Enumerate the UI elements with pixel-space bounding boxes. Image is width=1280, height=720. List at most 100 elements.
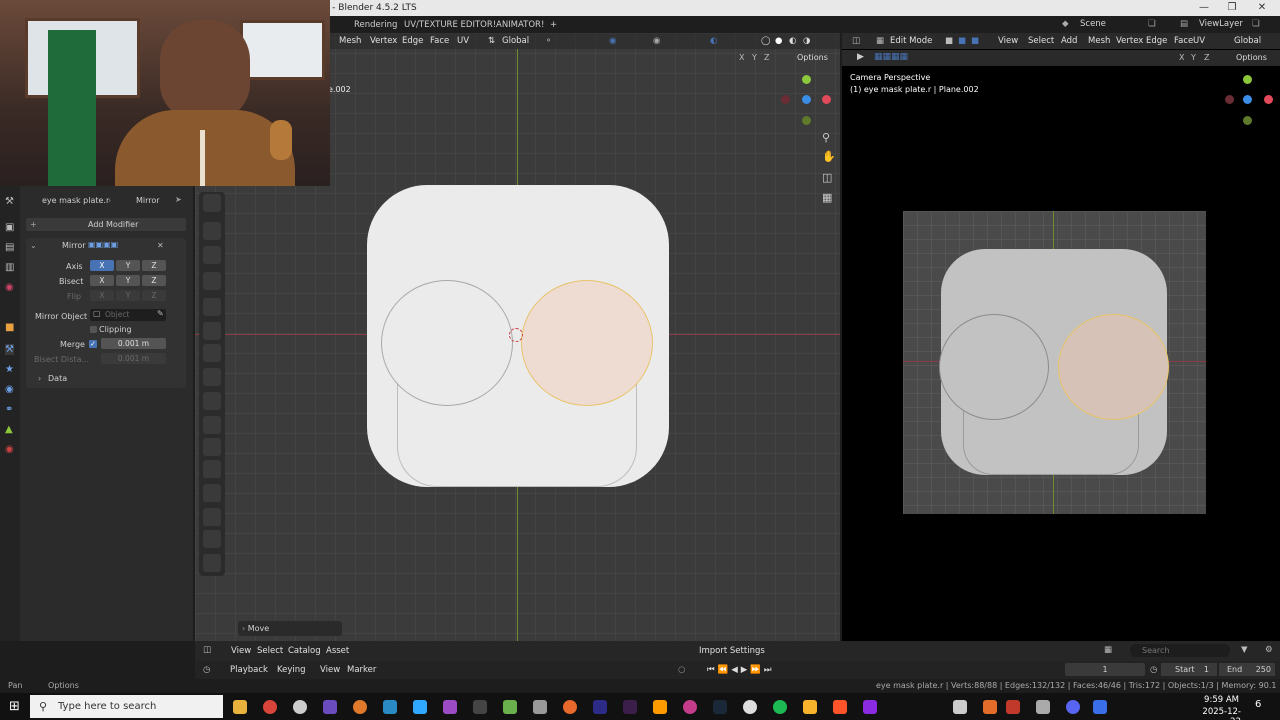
- mirror-y-right[interactable]: Y: [1191, 53, 1196, 62]
- menu-uv[interactable]: UV: [457, 35, 469, 47]
- eyedropper-icon[interactable]: ✎: [157, 309, 164, 318]
- menu-vertex-right[interactable]: Vertex: [1116, 35, 1143, 47]
- select-tool-icon[interactable]: ▶: [857, 52, 864, 62]
- merge-distance-field[interactable]: 0.001 m: [101, 338, 166, 349]
- bevel-tool-icon[interactable]: [203, 344, 221, 362]
- steam-icon[interactable]: [713, 700, 727, 714]
- transform-tool-icon[interactable]: [203, 194, 221, 212]
- axis-x-toggle[interactable]: X: [90, 260, 114, 271]
- add-modifier-button[interactable]: + Add Modifier: [26, 218, 186, 231]
- blender-icon[interactable]: [353, 700, 367, 714]
- workspace-tab-uv-texture[interactable]: UV/TEXTURE EDITOR!: [398, 18, 502, 32]
- overlay-icon[interactable]: ◐: [710, 35, 717, 47]
- remove-modifier-icon[interactable]: ✕: [157, 241, 164, 250]
- visibility-icon[interactable]: ◉: [653, 35, 660, 47]
- app-icon-12[interactable]: [563, 700, 577, 714]
- collapse-icon[interactable]: ⌄: [30, 241, 37, 250]
- add-cube-tool-icon[interactable]: [203, 272, 221, 290]
- material-shading-icon[interactable]: ◐: [789, 35, 796, 47]
- output-tab-icon[interactable]: ▤: [5, 242, 14, 253]
- inset-tool-icon[interactable]: [203, 322, 221, 340]
- menu-view-right[interactable]: View: [998, 35, 1018, 47]
- modifier-name-field[interactable]: Mirror: [62, 241, 86, 250]
- particles-tab-icon[interactable]: ★: [5, 364, 14, 375]
- mirror-z-right[interactable]: Z: [1204, 53, 1209, 62]
- timeline-view-menu[interactable]: View: [320, 664, 340, 676]
- last-operator-panel[interactable]: › Move: [238, 621, 342, 636]
- face-select-icon[interactable]: ■: [971, 35, 979, 47]
- expand-data-icon[interactable]: ›: [38, 374, 41, 383]
- end-frame-field[interactable]: End 250: [1219, 663, 1275, 676]
- new-view-layer-icon[interactable]: ❏: [1252, 18, 1260, 31]
- close-icon[interactable]: ✕: [1248, 0, 1276, 16]
- rip-tool-icon[interactable]: [203, 554, 221, 572]
- current-frame-field[interactable]: 1: [1065, 663, 1145, 676]
- material-tab-icon[interactable]: ◉: [5, 444, 14, 455]
- merge-checkbox[interactable]: ✓: [89, 340, 97, 348]
- bisect-distance-field[interactable]: 0.001 m: [101, 353, 166, 364]
- render-tab-icon[interactable]: ▣: [5, 222, 14, 233]
- menu-mesh-right[interactable]: Mesh: [1088, 35, 1110, 47]
- navigation-gizmo[interactable]: [781, 75, 831, 125]
- workspace-tab-rendering[interactable]: Rendering: [348, 18, 403, 32]
- transform-orientation-dropdown[interactable]: Global: [502, 35, 529, 47]
- timeline-playback-menu[interactable]: Playback: [230, 664, 268, 676]
- physics-tab-icon[interactable]: ◉: [5, 384, 14, 395]
- axis-z-toggle[interactable]: Z: [142, 260, 166, 271]
- mirror-axis-z[interactable]: Z: [764, 53, 769, 62]
- file-explorer-icon[interactable]: [233, 700, 247, 714]
- data-subpanel[interactable]: Data: [48, 374, 67, 383]
- modifier-toggle-icons[interactable]: ▣▣▣▣: [88, 240, 118, 249]
- discord-icon[interactable]: [1066, 700, 1080, 714]
- app-icon-10[interactable]: [503, 700, 517, 714]
- timeline-marker-menu[interactable]: Marker: [347, 664, 376, 676]
- bisect-z-toggle[interactable]: Z: [142, 275, 166, 286]
- chrome-icon[interactable]: [263, 700, 277, 714]
- app-icon-4[interactable]: [323, 700, 337, 714]
- orientation-dropdown-right[interactable]: Global: [1234, 35, 1261, 47]
- 3d-cursor[interactable]: [509, 328, 523, 342]
- app-icon-9[interactable]: [473, 700, 487, 714]
- rendered-shading-icon[interactable]: ◑: [803, 35, 810, 47]
- mirror-axis-y[interactable]: Y: [752, 53, 757, 62]
- tray-icon-2[interactable]: [983, 700, 997, 714]
- spin-tool-icon[interactable]: [203, 438, 221, 456]
- tray-icon-4[interactable]: [1036, 700, 1050, 714]
- asset-menu-select[interactable]: Select: [257, 645, 283, 657]
- pivot-icon[interactable]: ⚬: [545, 35, 552, 47]
- app-icon-3[interactable]: [293, 700, 307, 714]
- editor-type-icon[interactable]: ◫: [852, 35, 860, 47]
- clock-date[interactable]: 2025-12-22: [1199, 707, 1241, 720]
- tray-icon-6[interactable]: [1093, 700, 1107, 714]
- clock-time[interactable]: 9:59 AM: [1199, 695, 1239, 705]
- flip-y-toggle[interactable]: Y: [116, 290, 140, 301]
- smooth-tool-icon[interactable]: [203, 460, 221, 478]
- wireframe-shading-icon[interactable]: ◯: [761, 35, 771, 47]
- editor-type-icon-assets[interactable]: ◫: [203, 644, 211, 656]
- solid-shading-icon[interactable]: ●: [775, 35, 782, 47]
- start-frame-field[interactable]: Start 1: [1161, 663, 1217, 676]
- edge-select-icon[interactable]: ■: [958, 35, 966, 47]
- menu-select-right[interactable]: Select: [1028, 35, 1054, 47]
- illustrator-icon[interactable]: [653, 700, 667, 714]
- clock-icon[interactable]: ◷: [1150, 664, 1157, 676]
- filezilla-icon[interactable]: [1006, 700, 1020, 714]
- spotify-icon[interactable]: [773, 700, 787, 714]
- filter-icon[interactable]: ▼: [1241, 644, 1248, 656]
- mirror-axis-x[interactable]: X: [739, 53, 744, 62]
- mode-dropdown[interactable]: Edit Mode: [890, 35, 932, 47]
- scene-tab-icon[interactable]: ◉: [5, 282, 14, 293]
- maximize-icon[interactable]: ❐: [1218, 0, 1246, 16]
- add-workspace-button[interactable]: +: [544, 18, 563, 32]
- asset-menu-catalog[interactable]: Catalog: [288, 645, 321, 657]
- constraints-tab-icon[interactable]: ⚭: [5, 404, 13, 415]
- menu-edge[interactable]: Edge: [402, 35, 423, 47]
- options-dropdown-left[interactable]: Options: [797, 53, 828, 62]
- poly-build-tool-icon[interactable]: [203, 416, 221, 434]
- settings-gear-icon[interactable]: ⚙: [1265, 644, 1273, 656]
- new-scene-icon[interactable]: ❏: [1148, 18, 1156, 31]
- clipping-checkbox[interactable]: [90, 326, 97, 333]
- minimize-icon[interactable]: —: [1190, 0, 1218, 16]
- annotate-tool-icon[interactable]: [203, 222, 221, 240]
- photoshop-icon[interactable]: [413, 700, 427, 714]
